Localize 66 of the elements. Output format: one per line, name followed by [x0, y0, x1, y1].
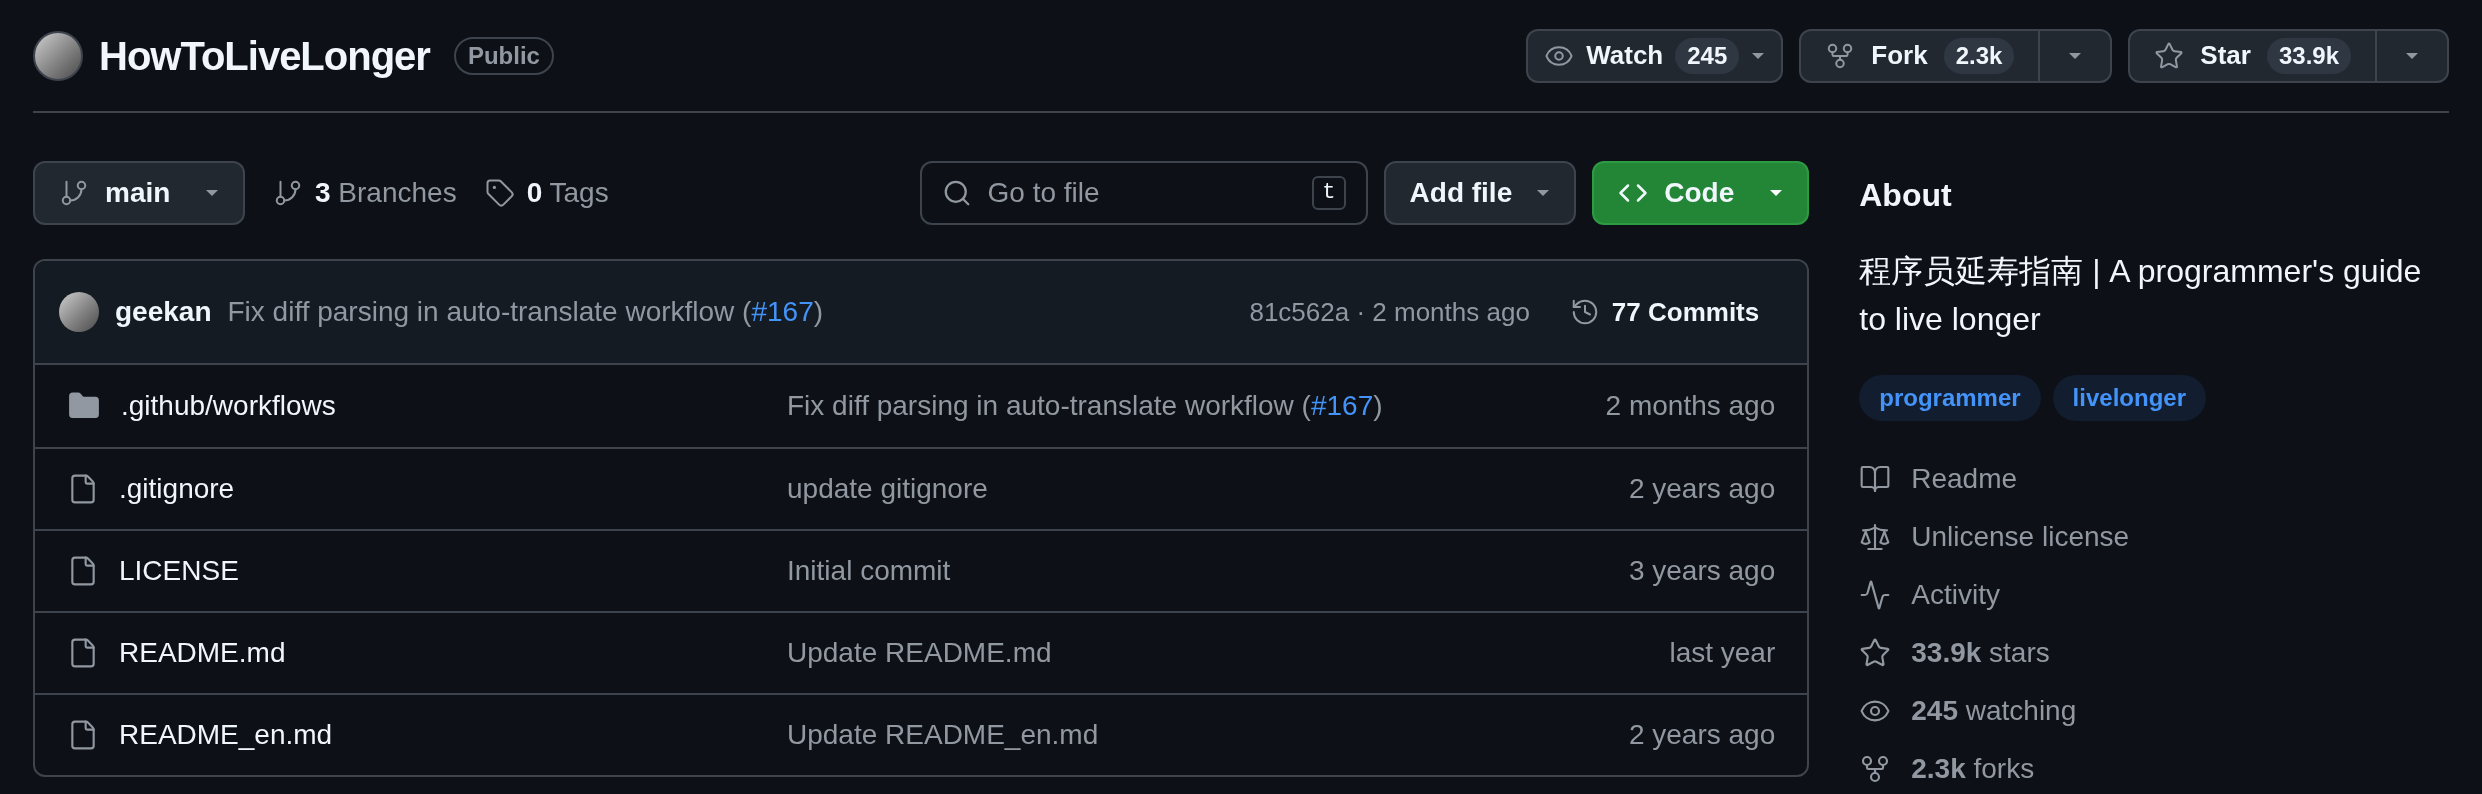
tag-icon	[484, 178, 515, 208]
search-input[interactable]: Go to file	[987, 172, 1297, 214]
search-box[interactable]: Go to file t	[919, 161, 1368, 225]
counter-badge: 33.9k	[2266, 37, 2351, 74]
action-button[interactable]: Fork 2.3k	[1801, 30, 2039, 81]
caret-icon	[1751, 51, 1766, 60]
file-name[interactable]: .gitignore	[119, 468, 235, 510]
file-name[interactable]: README_en.md	[119, 714, 333, 756]
commits-link[interactable]: 77 Commits	[1569, 292, 1760, 332]
commit-time: 2 years ago	[1628, 472, 1776, 506]
commit-message: Fix diff parsing in auto-translate workflow (#167)	[227, 295, 824, 329]
star-icon	[1859, 637, 1892, 669]
repo-description: 程序员延寿指南 | A programmer's guide to live longer	[1859, 252, 2423, 339]
button-label: Fork	[1871, 39, 1928, 72]
scale-icon	[1859, 521, 1892, 553]
about-heading: About	[1859, 176, 1953, 215]
book-icon	[1859, 463, 1892, 495]
file-name[interactable]: .github/workflows	[121, 385, 336, 427]
file-name[interactable]: README.md	[119, 632, 286, 674]
visibility-label: Public	[453, 36, 554, 75]
commit-message: Initial commit	[787, 554, 951, 588]
commit-message: update gitignore	[787, 472, 988, 506]
star-icon	[2154, 40, 2185, 71]
sidebar-link[interactable]: Unlicense license	[1859, 519, 2449, 555]
branch-icon	[273, 178, 303, 208]
commit-time: 2 months ago	[1605, 389, 1776, 423]
caret-icon	[205, 189, 219, 197]
caret-icon	[1769, 189, 1784, 197]
watch-button[interactable]: Watch 245	[1526, 28, 1784, 83]
commit-message: Fix diff parsing in auto-translate workflow (#167)	[787, 389, 1383, 423]
counter-badge: 245	[1675, 37, 1740, 74]
sidebar-link[interactable]: 2.3k forks	[1859, 751, 2449, 787]
author-avatar	[59, 292, 99, 332]
pull-request-link[interactable]: #167	[1310, 390, 1374, 421]
add-file-button[interactable]: Add file	[1383, 161, 1577, 225]
caret-icon	[2405, 51, 2419, 60]
commit-message: Update README.md	[787, 636, 1052, 670]
commit-time: 3 years ago	[1628, 554, 1776, 588]
pulse-icon	[1859, 579, 1892, 611]
branches-link[interactable]: 3 Branches	[273, 172, 457, 214]
sidebar-link[interactable]: 33.9k stars	[1859, 635, 2449, 671]
tags-link[interactable]: 0 Tags	[484, 172, 609, 214]
file-name[interactable]: LICENSE	[119, 550, 239, 592]
branch-select[interactable]: main	[33, 161, 245, 225]
avatar	[33, 30, 83, 81]
topic-tag[interactable]: livelonger	[2052, 375, 2206, 421]
pull-request-link[interactable]: #167	[751, 296, 814, 327]
repo-name[interactable]: HowToLiveLonger	[99, 25, 430, 86]
commit-meta: 81c562a · 2 months ago	[1249, 295, 1530, 329]
button-label: Star	[2200, 39, 2251, 72]
caret-icon	[1536, 189, 1551, 197]
shortcut-key: t	[1312, 176, 1346, 210]
commit-author[interactable]: geekan	[115, 291, 212, 333]
sidebar-link[interactable]: Activity	[1859, 577, 2449, 613]
sidebar-link[interactable]: Readme	[1859, 461, 2449, 497]
counter-badge: 2.3k	[1943, 37, 2015, 74]
commit-time: 2 years ago	[1628, 718, 1776, 752]
commit-time: last year	[1669, 636, 1776, 670]
caret-icon	[2068, 51, 2083, 60]
commit-message: Update README_en.md	[787, 718, 1099, 752]
button-label: Watch	[1586, 39, 1664, 72]
action-button[interactable]: Star 33.9k	[2130, 30, 2375, 81]
sidebar-link[interactable]: 245 watching	[1859, 693, 2449, 729]
branch-icon	[59, 178, 89, 208]
topic-tag[interactable]: programmer	[1859, 375, 2041, 421]
code-button[interactable]: Code	[1592, 161, 1810, 225]
